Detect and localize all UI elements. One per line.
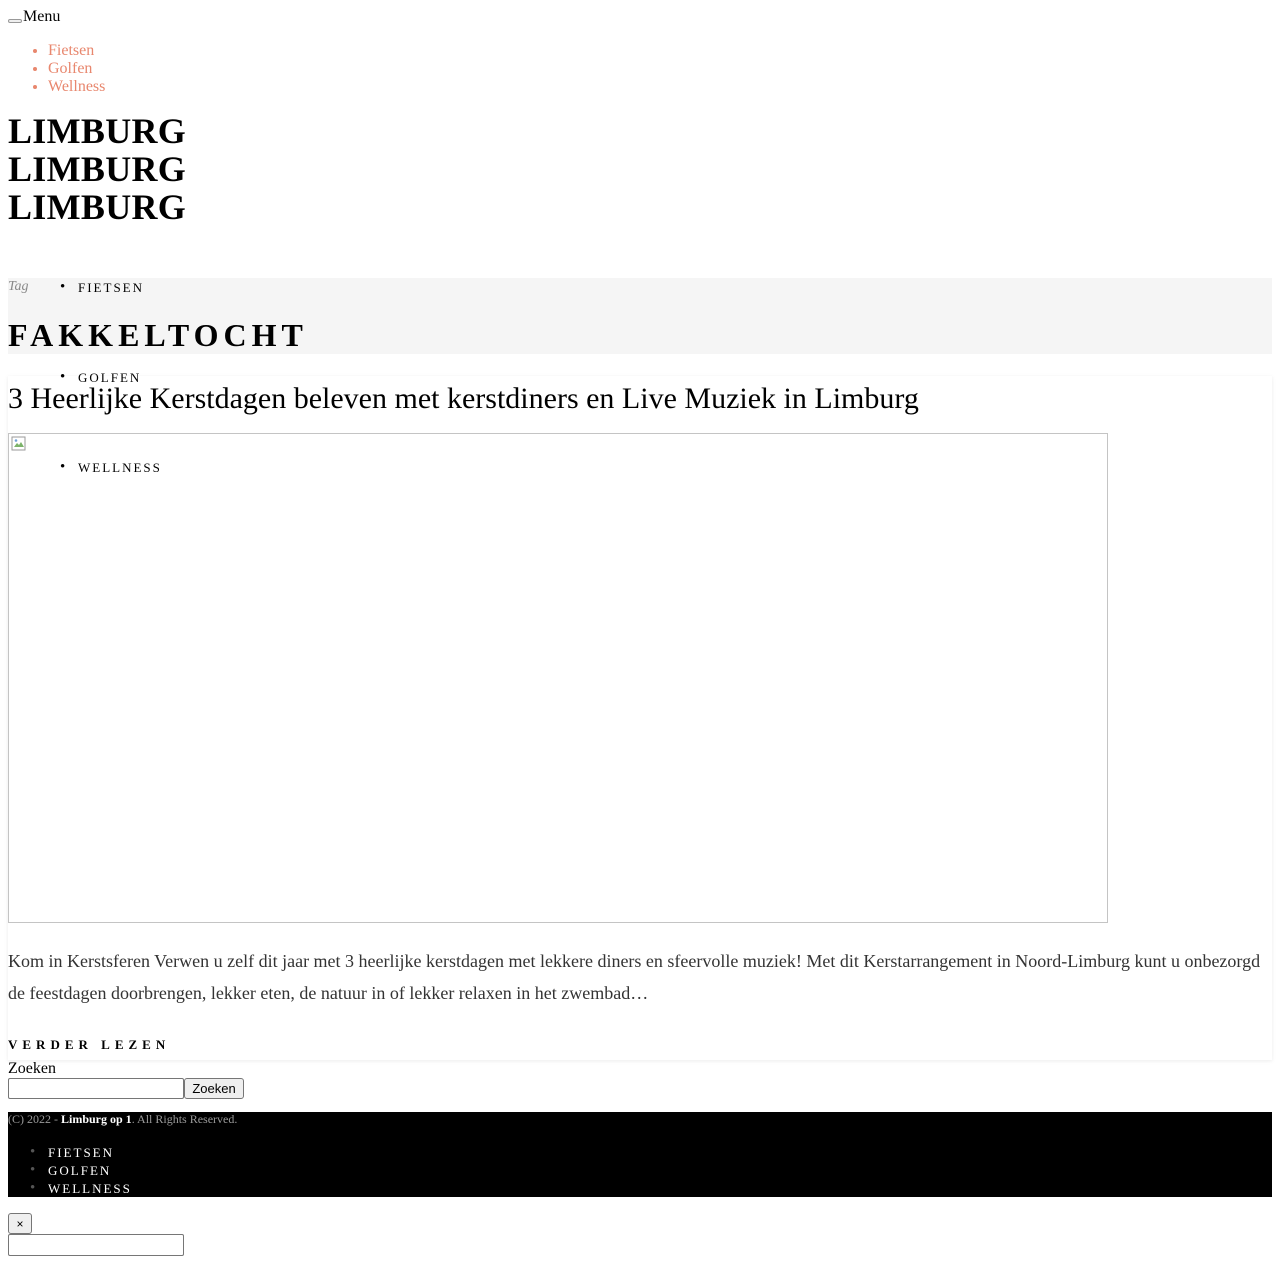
category-item-golfen[interactable]: GOLFEN [60, 369, 141, 386]
copyright-prefix: (C) 2022 - [8, 1112, 61, 1126]
menu-toggle-button[interactable] [8, 19, 22, 23]
category-item-fietsen[interactable]: FIETSEN [60, 279, 144, 296]
menu-label: Menu [23, 8, 61, 25]
search-label: Zoeken [8, 1060, 56, 1077]
top-nav: Fietsen Golfen Wellness [8, 42, 105, 96]
close-button[interactable]: × [8, 1213, 32, 1234]
broken-image-icon [11, 436, 26, 451]
tag-label: Tag [8, 279, 29, 294]
read-more-link[interactable]: VERDER LEZEN [8, 1037, 170, 1053]
brand-line: LIMBURG [8, 187, 187, 227]
post-excerpt: Kom in Kerstsferen Verwen u zelf dit jaa… [8, 951, 1261, 1003]
tag-title: FAKKELTOCHT [8, 317, 308, 353]
top-nav-link-fietsen[interactable]: Fietsen [48, 42, 94, 59]
post-title[interactable]: 3 Heerlijke Kerstdagen beleven met kerst… [8, 382, 919, 416]
brand-line: LIMBURG [8, 111, 187, 151]
search-input[interactable] [8, 1078, 184, 1099]
footer-nav-item-fietsen[interactable]: FIETSEN [30, 1144, 114, 1161]
site-brand[interactable]: LIMBURG LIMBURG LIMBURG [8, 112, 186, 226]
footer-nav-item-wellness[interactable]: WELLNESS [30, 1180, 132, 1197]
copyright-suffix: . All Rights Reserved. [131, 1112, 238, 1126]
top-nav-link-golfen[interactable]: Golfen [48, 60, 92, 77]
category-item-wellness[interactable]: WELLNESS [60, 459, 162, 476]
brand-line: LIMBURG [8, 149, 187, 189]
top-nav-item-fietsen[interactable]: Fietsen [48, 42, 105, 60]
top-nav-item-golfen[interactable]: Golfen [48, 60, 105, 78]
top-nav-link-wellness[interactable]: Wellness [48, 78, 105, 95]
overlay-search-input[interactable] [8, 1234, 184, 1256]
footer-site-link[interactable]: Limburg op 1 [61, 1112, 132, 1126]
footer-nav-item-golfen[interactable]: GOLFEN [30, 1162, 111, 1179]
top-nav-item-wellness[interactable]: Wellness [48, 78, 105, 96]
search-button[interactable]: Zoeken [184, 1078, 244, 1099]
footer-copyright: (C) 2022 - Limburg op 1. All Rights Rese… [8, 1112, 237, 1126]
post-image[interactable] [8, 433, 1108, 923]
